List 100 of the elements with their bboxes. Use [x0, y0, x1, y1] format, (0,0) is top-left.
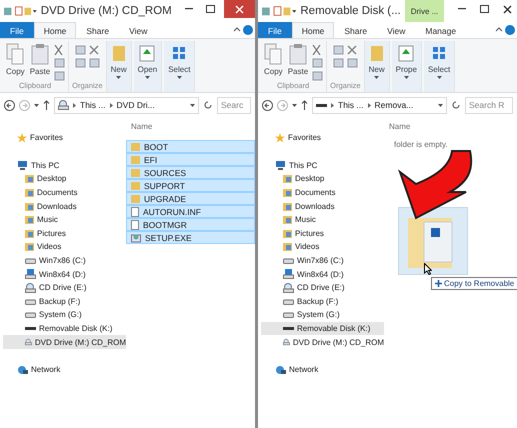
- chevron-right-icon: [73, 102, 76, 108]
- nav-item[interactable]: Music: [3, 212, 126, 227]
- back-icon[interactable]: [262, 100, 273, 110]
- nav-item[interactable]: Videos: [3, 240, 126, 254]
- ribbon-button[interactable]: Copy: [263, 41, 284, 78]
- file-row[interactable]: SOURCES: [126, 166, 255, 179]
- ribbon-tab[interactable]: File: [0, 22, 34, 38]
- nav-item[interactable]: Win8x64 (D:): [3, 267, 126, 281]
- nav-item[interactable]: Removable Disk (K:): [261, 322, 384, 336]
- file-row[interactable]: SUPPORT: [126, 179, 255, 192]
- nav-item[interactable]: Desktop: [261, 172, 384, 186]
- open-icon: [398, 43, 414, 63]
- nav-item[interactable]: Network: [31, 365, 60, 374]
- nav-item[interactable]: Pictures: [3, 226, 126, 240]
- nav-item[interactable]: Win8x64 (D:): [261, 267, 384, 281]
- nav-item[interactable]: Win7x86 (C:): [261, 254, 384, 268]
- ribbon-button[interactable]: Copy: [5, 41, 26, 78]
- nav-item[interactable]: Network: [289, 365, 318, 374]
- file-row[interactable]: SETUP.EXE: [126, 231, 255, 244]
- nav-item[interactable]: CD Drive (E:): [261, 280, 384, 295]
- nav-item[interactable]: This PC: [289, 160, 318, 170]
- quick-access-icons[interactable]: [4, 5, 37, 17]
- address-bar[interactable]: This ... Remova...: [312, 96, 447, 114]
- disc-drive-icon: [25, 282, 36, 293]
- nav-item[interactable]: Pictures: [261, 226, 384, 240]
- nav-item[interactable]: Music: [261, 212, 384, 227]
- drive-icon: [283, 311, 294, 318]
- file-row[interactable]: UPGRADE: [126, 192, 255, 205]
- breadcrumb[interactable]: This ...: [80, 100, 106, 110]
- copy-path-icon: [54, 58, 66, 68]
- empty-folder-message: folder is empty.: [393, 140, 449, 149]
- column-header[interactable]: Name: [384, 122, 517, 140]
- ribbon-tab[interactable]: File: [258, 22, 292, 38]
- nav-item[interactable]: Win7x86 (C:): [3, 254, 126, 268]
- ribbon-tab[interactable]: Home: [292, 22, 334, 38]
- nav-item[interactable]: Favorites: [288, 133, 321, 142]
- address-bar[interactable]: This ... DVD Dri...: [54, 96, 199, 114]
- up-arrow-icon[interactable]: [301, 100, 308, 110]
- caret-icon: [176, 76, 182, 79]
- quick-access-icons[interactable]: [262, 5, 296, 17]
- ribbon-tab[interactable]: Share: [334, 22, 378, 38]
- nav-item[interactable]: Documents: [261, 186, 384, 200]
- copy-icon: [264, 43, 282, 65]
- rename-icon: [88, 58, 100, 68]
- ribbon-tab[interactable]: Share: [76, 22, 120, 38]
- nav-item[interactable]: Documents: [3, 186, 126, 200]
- caret-icon: [292, 104, 297, 106]
- nav-item[interactable]: CD Drive (E:): [3, 280, 126, 295]
- ribbon-tab[interactable]: View: [119, 22, 158, 38]
- ribbon-button[interactable]: Paste: [286, 41, 310, 78]
- nav-item[interactable]: This PC: [31, 160, 60, 170]
- file-row[interactable]: AUTORUN.INF: [126, 205, 255, 218]
- drive-icon: [283, 257, 294, 264]
- file-row[interactable]: BOOTMGR: [126, 218, 255, 231]
- file-row[interactable]: BOOT: [126, 140, 255, 153]
- shortcut-icon: [54, 71, 66, 81]
- maximize-icon: [480, 5, 490, 13]
- nav-item[interactable]: System (G:): [261, 308, 384, 322]
- nav-item[interactable]: Removable Disk (K:): [3, 322, 126, 336]
- copy-path-icon: [312, 58, 324, 68]
- disc-drive-icon: [58, 100, 69, 110]
- scissors-icon: [312, 45, 322, 55]
- search-field[interactable]: Searc: [217, 96, 251, 114]
- new-folder-icon: [368, 43, 385, 63]
- help-icon[interactable]: [503, 22, 517, 38]
- search-field[interactable]: Search R: [465, 96, 513, 114]
- nav-item[interactable]: Favorites: [30, 133, 63, 142]
- star-icon: [17, 132, 27, 143]
- ribbon-button[interactable]: Paste: [28, 41, 52, 78]
- ribbon-tab[interactable]: Home: [34, 22, 76, 38]
- refresh-icon[interactable]: [203, 100, 213, 110]
- help-icon[interactable]: [241, 22, 255, 38]
- breadcrumb[interactable]: This ...: [338, 100, 364, 110]
- network-icon: [17, 364, 28, 375]
- nav-item[interactable]: Backup (F:): [3, 294, 126, 308]
- caret-icon: [438, 104, 443, 106]
- drive-icon: [25, 257, 36, 264]
- breadcrumb[interactable]: DVD Dri...: [116, 100, 155, 110]
- breadcrumb[interactable]: Remova...: [374, 100, 414, 110]
- drag-tooltip: Copy to Removable: [431, 277, 517, 290]
- file-row[interactable]: EFI: [126, 153, 255, 166]
- nav-item[interactable]: System (G:): [3, 308, 126, 322]
- nav-item[interactable]: Videos: [261, 240, 384, 254]
- nav-item[interactable]: Backup (F:): [261, 294, 384, 308]
- nav-item[interactable]: DVD Drive (M:) CD_ROM: [261, 335, 384, 349]
- nav-item[interactable]: Desktop: [3, 172, 126, 186]
- computer-icon: [275, 160, 286, 170]
- back-icon[interactable]: [4, 100, 15, 110]
- nav-item[interactable]: DVD Drive (M:) CD_ROM: [3, 335, 126, 349]
- ribbon-tab[interactable]: Manage: [415, 22, 466, 38]
- up-arrow-icon[interactable]: [43, 100, 50, 110]
- delete-icon: [88, 45, 99, 55]
- star-icon: [275, 132, 285, 143]
- refresh-icon[interactable]: [451, 100, 461, 110]
- column-header[interactable]: Name: [126, 122, 255, 140]
- maximize-icon: [206, 5, 216, 13]
- copy-to-icon: [332, 58, 344, 68]
- ribbon-tab[interactable]: View: [377, 22, 416, 38]
- nav-item[interactable]: Downloads: [261, 199, 384, 213]
- nav-item[interactable]: Downloads: [3, 199, 126, 213]
